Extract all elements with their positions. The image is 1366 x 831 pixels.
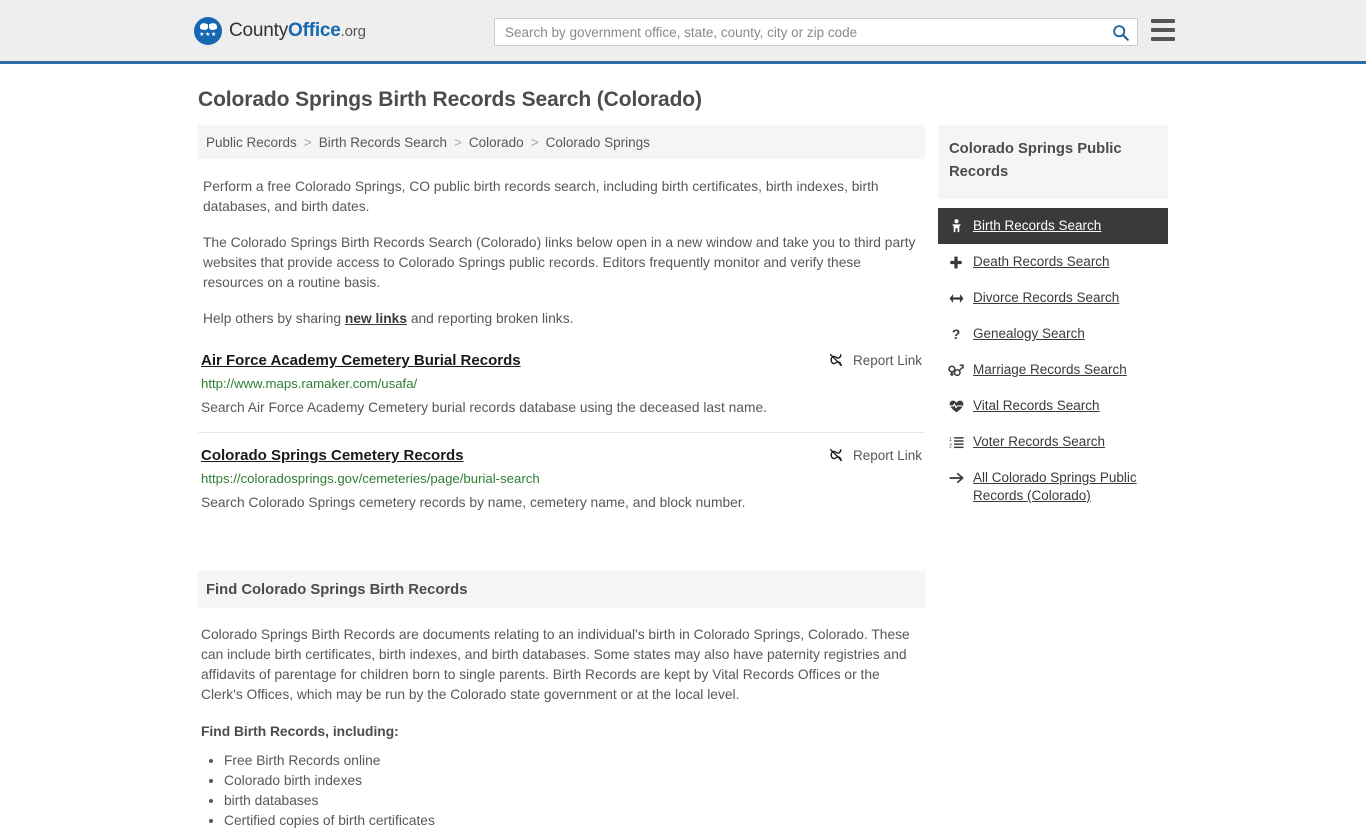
sidebar-item-voter-records-search[interactable]: 1 2 Voter Records Search — [938, 424, 1168, 460]
page-title: Colorado Springs Birth Records Search (C… — [198, 88, 702, 111]
sidebar-item-label: Vital Records Search — [973, 398, 1100, 413]
sidebar-item-all-public-records[interactable]: All Colorado Springs Public Records (Col… — [938, 460, 1168, 514]
breadcrumb-item-birth-records-search[interactable]: Birth Records Search — [319, 135, 447, 150]
search-icon — [1112, 24, 1129, 41]
svg-text:1: 1 — [949, 437, 952, 443]
logo-stars: ★★★ — [199, 32, 217, 38]
section-paragraph: Colorado Springs Birth Records are docum… — [201, 627, 910, 702]
logo-text-county: County — [229, 19, 289, 41]
new-links-link[interactable]: new links — [345, 311, 407, 326]
list-item: Certified copies of birth certificates — [224, 811, 922, 831]
sidebar-header: Colorado Springs Public Records — [938, 125, 1168, 199]
intro-paragraph-1: Perform a free Colorado Springs, CO publ… — [203, 179, 879, 214]
sidebar-heading: Colorado Springs Public Records — [949, 141, 1122, 180]
intro-text: Perform a free Colorado Springs, CO publ… — [198, 177, 925, 329]
venus-mars-icon — [948, 361, 964, 379]
intro-paragraph-2: The Colorado Springs Birth Records Searc… — [203, 235, 916, 290]
sidebar-item-death-records-search[interactable]: Death Records Search — [938, 244, 1168, 280]
result-url-link[interactable]: https://coloradosprings.gov/cemeteries/p… — [201, 470, 922, 488]
breadcrumb-separator: > — [530, 134, 539, 150]
result-description: Search Air Force Academy Cemetery burial… — [201, 400, 767, 415]
list-item: Colorado birth indexes — [224, 771, 922, 791]
logo-text-office: Office — [288, 19, 341, 41]
site-header: ★★★ CountyOffice.org — [0, 0, 1366, 64]
content-columns: Public Records > Birth Records Search > … — [0, 112, 1366, 831]
sidebar-item-label: All Colorado Springs Public Records (Col… — [973, 470, 1137, 503]
site-logo[interactable]: ★★★ CountyOffice.org — [194, 16, 366, 45]
ordered-list-icon: 1 2 — [948, 433, 964, 451]
result-header: Air Force Academy Cemetery Burial Record… — [201, 351, 922, 371]
search-input[interactable] — [495, 19, 1103, 45]
main-column: Public Records > Birth Records Search > … — [198, 125, 925, 831]
left-right-arrow-icon — [948, 289, 964, 307]
logo-text-tld: .org — [340, 22, 366, 40]
sidebar-item-label: Birth Records Search — [973, 218, 1102, 233]
report-link-button[interactable]: Report Link — [828, 446, 922, 463]
section-list-heading: Find Birth Records, including: — [201, 724, 399, 739]
arrow-right-icon — [948, 469, 964, 487]
intro-p3-after: and reporting broken links. — [407, 311, 574, 326]
result-title-link[interactable]: Colorado Springs Cemetery Records — [201, 446, 464, 466]
result-item: Colorado Springs Cemetery Records Report… — [198, 432, 925, 527]
report-link-button[interactable]: Report Link — [828, 351, 922, 368]
result-item: Air Force Academy Cemetery Burial Record… — [198, 351, 925, 432]
intro-p3-before: Help others by sharing — [203, 311, 345, 326]
breadcrumb-item-colorado[interactable]: Colorado — [469, 135, 524, 150]
sidebar-item-label: Marriage Records Search — [973, 362, 1127, 377]
search-button[interactable] — [1103, 19, 1137, 45]
sidebar-item-birth-records-search[interactable]: Birth Records Search — [938, 208, 1168, 244]
breadcrumb-item-public-records[interactable]: Public Records — [206, 135, 297, 150]
result-description: Search Colorado Springs cemetery records… — [201, 495, 746, 510]
list-item: birth databases — [224, 791, 922, 811]
breadcrumb: Public Records > Birth Records Search > … — [198, 125, 925, 159]
find-records-section-body: Colorado Springs Birth Records are docum… — [198, 625, 925, 831]
hamburger-menu-icon[interactable] — [1151, 19, 1175, 41]
list-item: Free Birth Records online — [224, 751, 922, 771]
heartbeat-icon — [948, 397, 964, 415]
section-heading: Find Colorado Springs Birth Records — [206, 581, 468, 598]
logo-wordmark: CountyOffice.org — [229, 20, 366, 42]
result-title-link[interactable]: Air Force Academy Cemetery Burial Record… — [201, 351, 521, 371]
question-mark-icon: ? — [951, 326, 961, 342]
sidebar-item-divorce-records-search[interactable]: Divorce Records Search — [938, 280, 1168, 316]
page-container: Colorado Springs Birth Records Search (C… — [0, 64, 1366, 831]
broken-link-icon — [829, 448, 843, 462]
results-list: Air Force Academy Cemetery Burial Record… — [198, 351, 925, 527]
report-link-label: Report Link — [852, 352, 922, 368]
svg-text:2: 2 — [949, 443, 952, 448]
result-header: Colorado Springs Cemetery Records Report… — [201, 446, 922, 466]
sidebar-list: Birth Records Search Death Records Searc… — [938, 208, 1168, 514]
intro-paragraph-3: Help others by sharing new links and rep… — [203, 309, 923, 329]
broken-link-icon — [829, 353, 843, 367]
result-url-link[interactable]: http://www.maps.ramaker.com/usafa/ — [201, 375, 922, 393]
report-link-label: Report Link — [852, 447, 922, 463]
breadcrumb-item-colorado-springs: Colorado Springs — [545, 134, 650, 150]
breadcrumb-separator: > — [454, 134, 462, 150]
search-bar[interactable] — [494, 18, 1138, 46]
sidebar-item-marriage-records-search[interactable]: Marriage Records Search — [938, 352, 1168, 388]
breadcrumb-separator: > — [303, 134, 312, 150]
sidebar-item-label: Voter Records Search — [973, 434, 1106, 449]
sidebar-item-genealogy-search[interactable]: ? Genealogy Search — [938, 316, 1168, 352]
sidebar-item-vital-records-search[interactable]: Vital Records Search — [938, 388, 1168, 424]
eagle-logo-icon: ★★★ — [194, 16, 222, 45]
cross-icon — [948, 253, 964, 271]
birth-records-list: Free Birth Records online Colorado birth… — [201, 751, 922, 831]
sidebar-item-label: Divorce Records Search — [973, 290, 1120, 305]
sidebar-item-label: Death Records Search — [973, 254, 1110, 269]
baby-icon — [948, 217, 964, 235]
find-records-section-header: Find Colorado Springs Birth Records — [198, 571, 925, 608]
sidebar: Colorado Springs Public Records Birth Re… — [938, 125, 1168, 831]
sidebar-item-label: Genealogy Search — [973, 326, 1085, 341]
